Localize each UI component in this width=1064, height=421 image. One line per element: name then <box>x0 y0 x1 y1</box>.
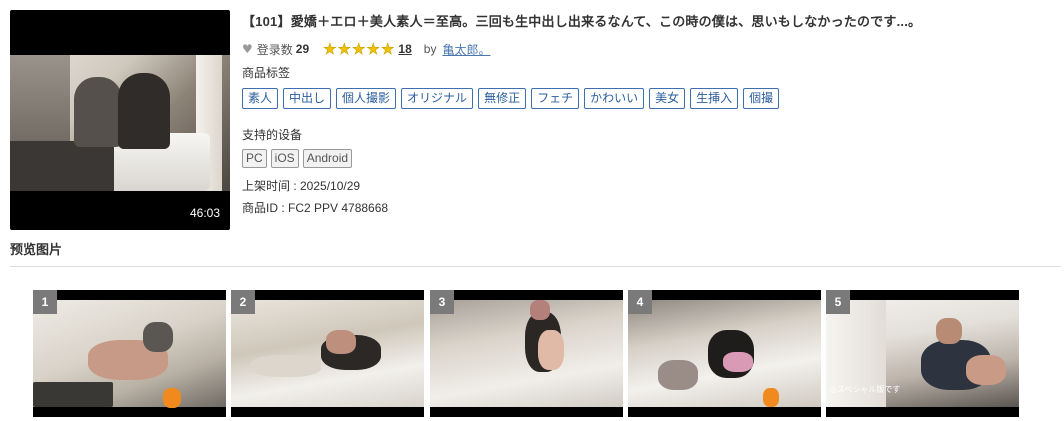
preview-number: 5 <box>826 290 850 314</box>
star-icon: ★ <box>323 39 337 58</box>
product-title: 【101】愛嬌＋エロ＋美人素人＝至高。三回も生中出し出来るなんて、この時の僕は、… <box>242 14 922 29</box>
tag-list: 素人 中出し 個人撮影 オリジナル 無修正 フェチ かわいい 美女 生挿入 個撮 <box>242 88 780 109</box>
tag[interactable]: 素人 <box>242 88 279 109</box>
want-count: 29 <box>295 42 310 56</box>
preview-image[interactable]: 1 <box>33 290 226 417</box>
want-label: 登录数 <box>256 42 293 57</box>
tag[interactable]: かわいい <box>584 88 645 109</box>
thumbnail-image <box>10 55 230 191</box>
product-info: 【101】愛嬌＋エロ＋美人素人＝至高。三回も生中出し出来るなんて、この時の僕は、… <box>242 11 1042 215</box>
video-duration: 46:03 <box>189 206 220 220</box>
tag[interactable]: フェチ <box>531 88 580 109</box>
preview-number: 2 <box>231 290 255 314</box>
product-id: 商品ID : FC2 PPV 4788668 <box>242 201 389 215</box>
tag[interactable]: 無修正 <box>478 88 527 109</box>
preview-caption: ◎スペシャル版です <box>830 385 901 394</box>
release-date: 上架时间 : 2025/10/29 <box>242 179 361 193</box>
preview-gallery: 1 2 3 4 5 ◎スペシャル版です <box>33 290 1023 417</box>
divider <box>10 266 1061 267</box>
main-thumbnail[interactable]: 46:03 <box>10 10 230 230</box>
preview-number: 3 <box>430 290 454 314</box>
tag[interactable]: 個人撮影 <box>336 88 397 109</box>
tag[interactable]: 美女 <box>649 88 686 109</box>
preview-number: 4 <box>628 290 652 314</box>
tag[interactable]: オリジナル <box>401 88 474 109</box>
tag[interactable]: 中出し <box>283 88 332 109</box>
preview-title: 预览图片 <box>10 242 63 257</box>
rating-stars: ★ ★ ★ ★ ★ <box>323 39 395 58</box>
tag[interactable]: 個撮 <box>743 88 780 109</box>
star-icon: ★ <box>337 39 352 58</box>
preview-number: 1 <box>33 290 57 314</box>
devices-label: 支持的设备 <box>242 128 303 142</box>
preview-image[interactable]: 2 <box>231 290 424 417</box>
product-meta: ♥ 登录数 29 ★ ★ ★ ★ ★ 18 by 亀太郎。 <box>242 40 490 58</box>
star-icon: ★ <box>366 39 380 58</box>
tag[interactable]: 生挿入 <box>690 88 739 109</box>
preview-image[interactable]: 5 ◎スペシャル版です <box>826 290 1019 417</box>
preview-image[interactable]: 4 <box>628 290 821 417</box>
device-badge: Android <box>302 149 353 168</box>
seller-link[interactable]: 亀太郎。 <box>442 41 490 58</box>
device-badge: PC <box>242 149 267 168</box>
by-label: by <box>423 42 437 56</box>
preview-image[interactable]: 3 <box>430 290 623 417</box>
device-badge: iOS <box>270 149 299 168</box>
rating-count-link[interactable]: 18 <box>398 42 411 56</box>
star-icon: ★ <box>380 39 395 58</box>
tags-label: 商品标签 <box>242 66 291 80</box>
device-list: PC iOS Android <box>242 149 353 168</box>
star-icon: ★ <box>352 39 366 58</box>
heart-icon[interactable]: ♥ <box>242 42 253 56</box>
